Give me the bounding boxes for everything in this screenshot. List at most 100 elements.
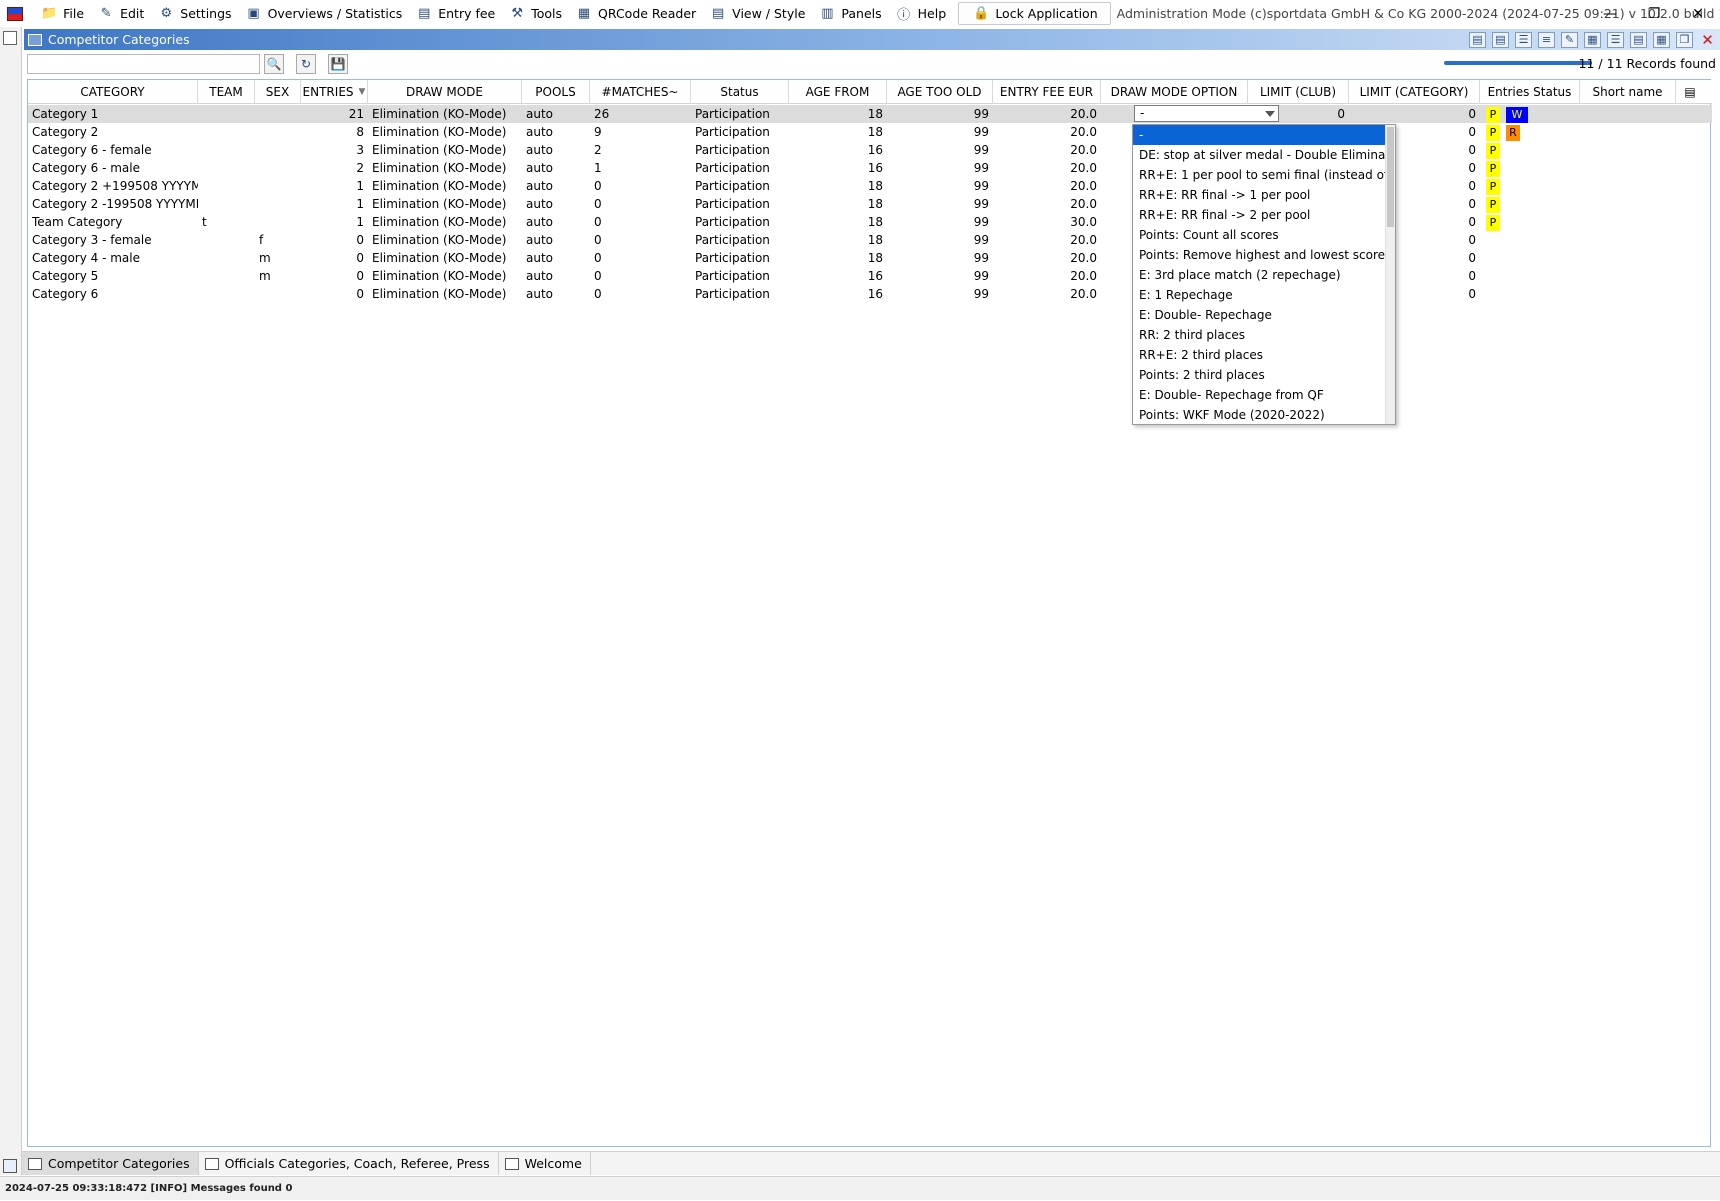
grid-icon[interactable]: ▦ — [1653, 31, 1670, 48]
restore-icon[interactable]: ❐ — [1632, 0, 1676, 27]
save-button[interactable]: 💾 — [328, 54, 348, 74]
column-header-short-name[interactable]: Short name — [1580, 80, 1676, 104]
cell-entries[interactable]: 3 — [301, 141, 368, 159]
table-row[interactable]: Category 6 - female 3 Elimination (KO-Mode… — [28, 141, 1712, 159]
lock-application-button[interactable]: 🔒 Lock Application — [958, 2, 1111, 25]
cell-matches[interactable]: 0 — [590, 213, 691, 231]
detach-window-icon[interactable]: ❐ — [1676, 31, 1693, 48]
cell-category[interactable]: Category 5 — [28, 267, 198, 285]
cell-short-name[interactable] — [1580, 285, 1676, 303]
cell-entry-fee[interactable]: 30.0 — [993, 213, 1101, 231]
cell-short-name[interactable] — [1580, 123, 1676, 141]
cell-pools[interactable]: auto — [522, 177, 590, 195]
cell-short-name[interactable] — [1580, 141, 1676, 159]
column-header-entries-status[interactable]: Entries Status — [1480, 80, 1580, 104]
cell-age-from[interactable]: 18 — [789, 213, 887, 231]
cell-team[interactable] — [198, 141, 255, 159]
cell-entry-fee[interactable]: 20.0 — [993, 177, 1101, 195]
cell-age-too-old[interactable]: 99 — [887, 195, 993, 213]
column-header-age-from[interactable]: AGE FROM — [789, 80, 887, 104]
cell-entry-fee[interactable]: 20.0 — [993, 159, 1101, 177]
cell-draw-mode[interactable]: Elimination (KO-Mode) — [368, 159, 522, 177]
cell-entry-fee[interactable]: 20.0 — [993, 267, 1101, 285]
table-view-icon[interactable]: ▦ — [1584, 31, 1601, 48]
tab-welcome[interactable]: Welcome — [499, 1152, 591, 1175]
cell-status[interactable]: Participation — [691, 249, 789, 267]
cell-age-too-old[interactable]: 99 — [887, 141, 993, 159]
column-header-draw-mode-option[interactable]: DRAW MODE OPTION — [1101, 80, 1248, 104]
cell-draw-mode[interactable]: Elimination (KO-Mode) — [368, 213, 522, 231]
cell-draw-mode[interactable]: Elimination (KO-Mode) — [368, 195, 522, 213]
cell-pools[interactable]: auto — [522, 159, 590, 177]
cell-short-name[interactable] — [1580, 195, 1676, 213]
cell-draw-mode[interactable]: Elimination (KO-Mode) — [368, 249, 522, 267]
cell-sex[interactable] — [255, 195, 301, 213]
cell-category[interactable]: Category 6 — [28, 285, 198, 303]
cell-entries[interactable]: 1 — [301, 213, 368, 231]
tab-competitor-categories[interactable]: Competitor Categories — [22, 1152, 199, 1175]
table-row[interactable]: Category 6 0 Elimination (KO-Mode) auto 0 Par… — [28, 285, 1712, 303]
column-header-pools[interactable]: POOLS — [522, 80, 590, 104]
cell-entries-status[interactable]: PR — [1480, 123, 1580, 141]
cell-status[interactable]: Participation — [691, 105, 789, 123]
cell-matches[interactable]: 9 — [590, 123, 691, 141]
cell-draw-mode[interactable]: Elimination (KO-Mode) — [368, 267, 522, 285]
form-view-icon[interactable]: ☰ — [1515, 31, 1532, 48]
cell-team[interactable] — [198, 267, 255, 285]
cell-short-name[interactable] — [1580, 231, 1676, 249]
cell-pools[interactable]: auto — [522, 123, 590, 141]
cell-team[interactable] — [198, 231, 255, 249]
minimize-icon[interactable]: — — [1588, 0, 1632, 27]
table-row[interactable]: Category 3 - female f 0 Elimination (KO-Mod… — [28, 231, 1712, 249]
cell-age-from[interactable]: 16 — [789, 267, 887, 285]
cell-entries[interactable]: 0 — [301, 231, 368, 249]
cell-short-name[interactable] — [1580, 213, 1676, 231]
cell-category[interactable]: Category 2 — [28, 123, 198, 141]
dropdown-option[interactable]: Points: 2 third places — [1133, 365, 1385, 385]
cell-draw-mode[interactable]: Elimination (KO-Mode) — [368, 123, 522, 141]
cell-team[interactable] — [198, 123, 255, 141]
cell-matches[interactable]: 0 — [590, 249, 691, 267]
table-row[interactable]: Category 2 -199508 YYYYMM 1 Elimination (K… — [28, 195, 1712, 213]
cell-entries-status[interactable] — [1480, 231, 1580, 249]
menu-view-style[interactable]: ▤ View / Style — [704, 0, 813, 27]
cell-category[interactable]: Category 6 - female — [28, 141, 198, 159]
cell-matches[interactable]: 0 — [590, 195, 691, 213]
cell-short-name[interactable] — [1580, 267, 1676, 285]
clipboard-icon[interactable]: ▤ — [1492, 31, 1509, 48]
tab-officials-categories[interactable]: Officials Categories, Coach, Referee, Pr… — [199, 1152, 499, 1175]
cell-age-from[interactable]: 18 — [789, 105, 887, 123]
cell-entries-status[interactable]: P — [1480, 141, 1580, 159]
cell-status[interactable]: Participation — [691, 285, 789, 303]
column-chooser-icon[interactable]: ▤ — [1676, 80, 1704, 104]
dropdown-option[interactable]: DE: stop at silver medal - Double Elimin… — [1133, 145, 1385, 165]
column-header-limit-club[interactable]: LIMIT (CLUB) — [1248, 80, 1349, 104]
cell-sex[interactable]: f — [255, 231, 301, 249]
cell-category[interactable]: Category 6 - male — [28, 159, 198, 177]
cell-matches[interactable]: 0 — [590, 285, 691, 303]
column-header-sex[interactable]: SEX — [255, 80, 301, 104]
dropdown-scrollbar[interactable] — [1385, 125, 1395, 424]
cell-entry-fee[interactable]: 20.0 — [993, 141, 1101, 159]
cell-category[interactable]: Category 1 — [28, 105, 198, 123]
cell-pools[interactable]: auto — [522, 213, 590, 231]
panel-list-icon[interactable] — [3, 1159, 17, 1173]
cell-sex[interactable] — [255, 213, 301, 231]
cell-pools[interactable]: auto — [522, 249, 590, 267]
cell-sex[interactable] — [255, 159, 301, 177]
cell-sex[interactable]: m — [255, 267, 301, 285]
panel-toggle-icon[interactable] — [3, 31, 17, 45]
cell-entry-fee[interactable]: 20.0 — [993, 231, 1101, 249]
cell-short-name[interactable] — [1580, 177, 1676, 195]
table-row[interactable]: Category 6 - male 2 Elimination (KO-Mode) a… — [28, 159, 1712, 177]
list-view-icon[interactable]: ≡ — [1538, 31, 1555, 48]
dropdown-option[interactable]: RR+E: 1 per pool to semi final (instead … — [1133, 165, 1385, 185]
dropdown-option[interactable]: Points: Remove highest and lowest scores — [1133, 245, 1385, 265]
draw-mode-option-combobox[interactable]: - — [1134, 105, 1279, 122]
cell-limit-category[interactable]: 0 — [1349, 105, 1480, 123]
dropdown-option[interactable]: E: 3rd place match (2 repechage) — [1133, 265, 1385, 285]
cell-matches[interactable]: 26 — [590, 105, 691, 123]
edit-form-icon[interactable]: ✎ — [1561, 31, 1578, 48]
search-input[interactable] — [27, 54, 260, 74]
cell-team[interactable] — [198, 177, 255, 195]
